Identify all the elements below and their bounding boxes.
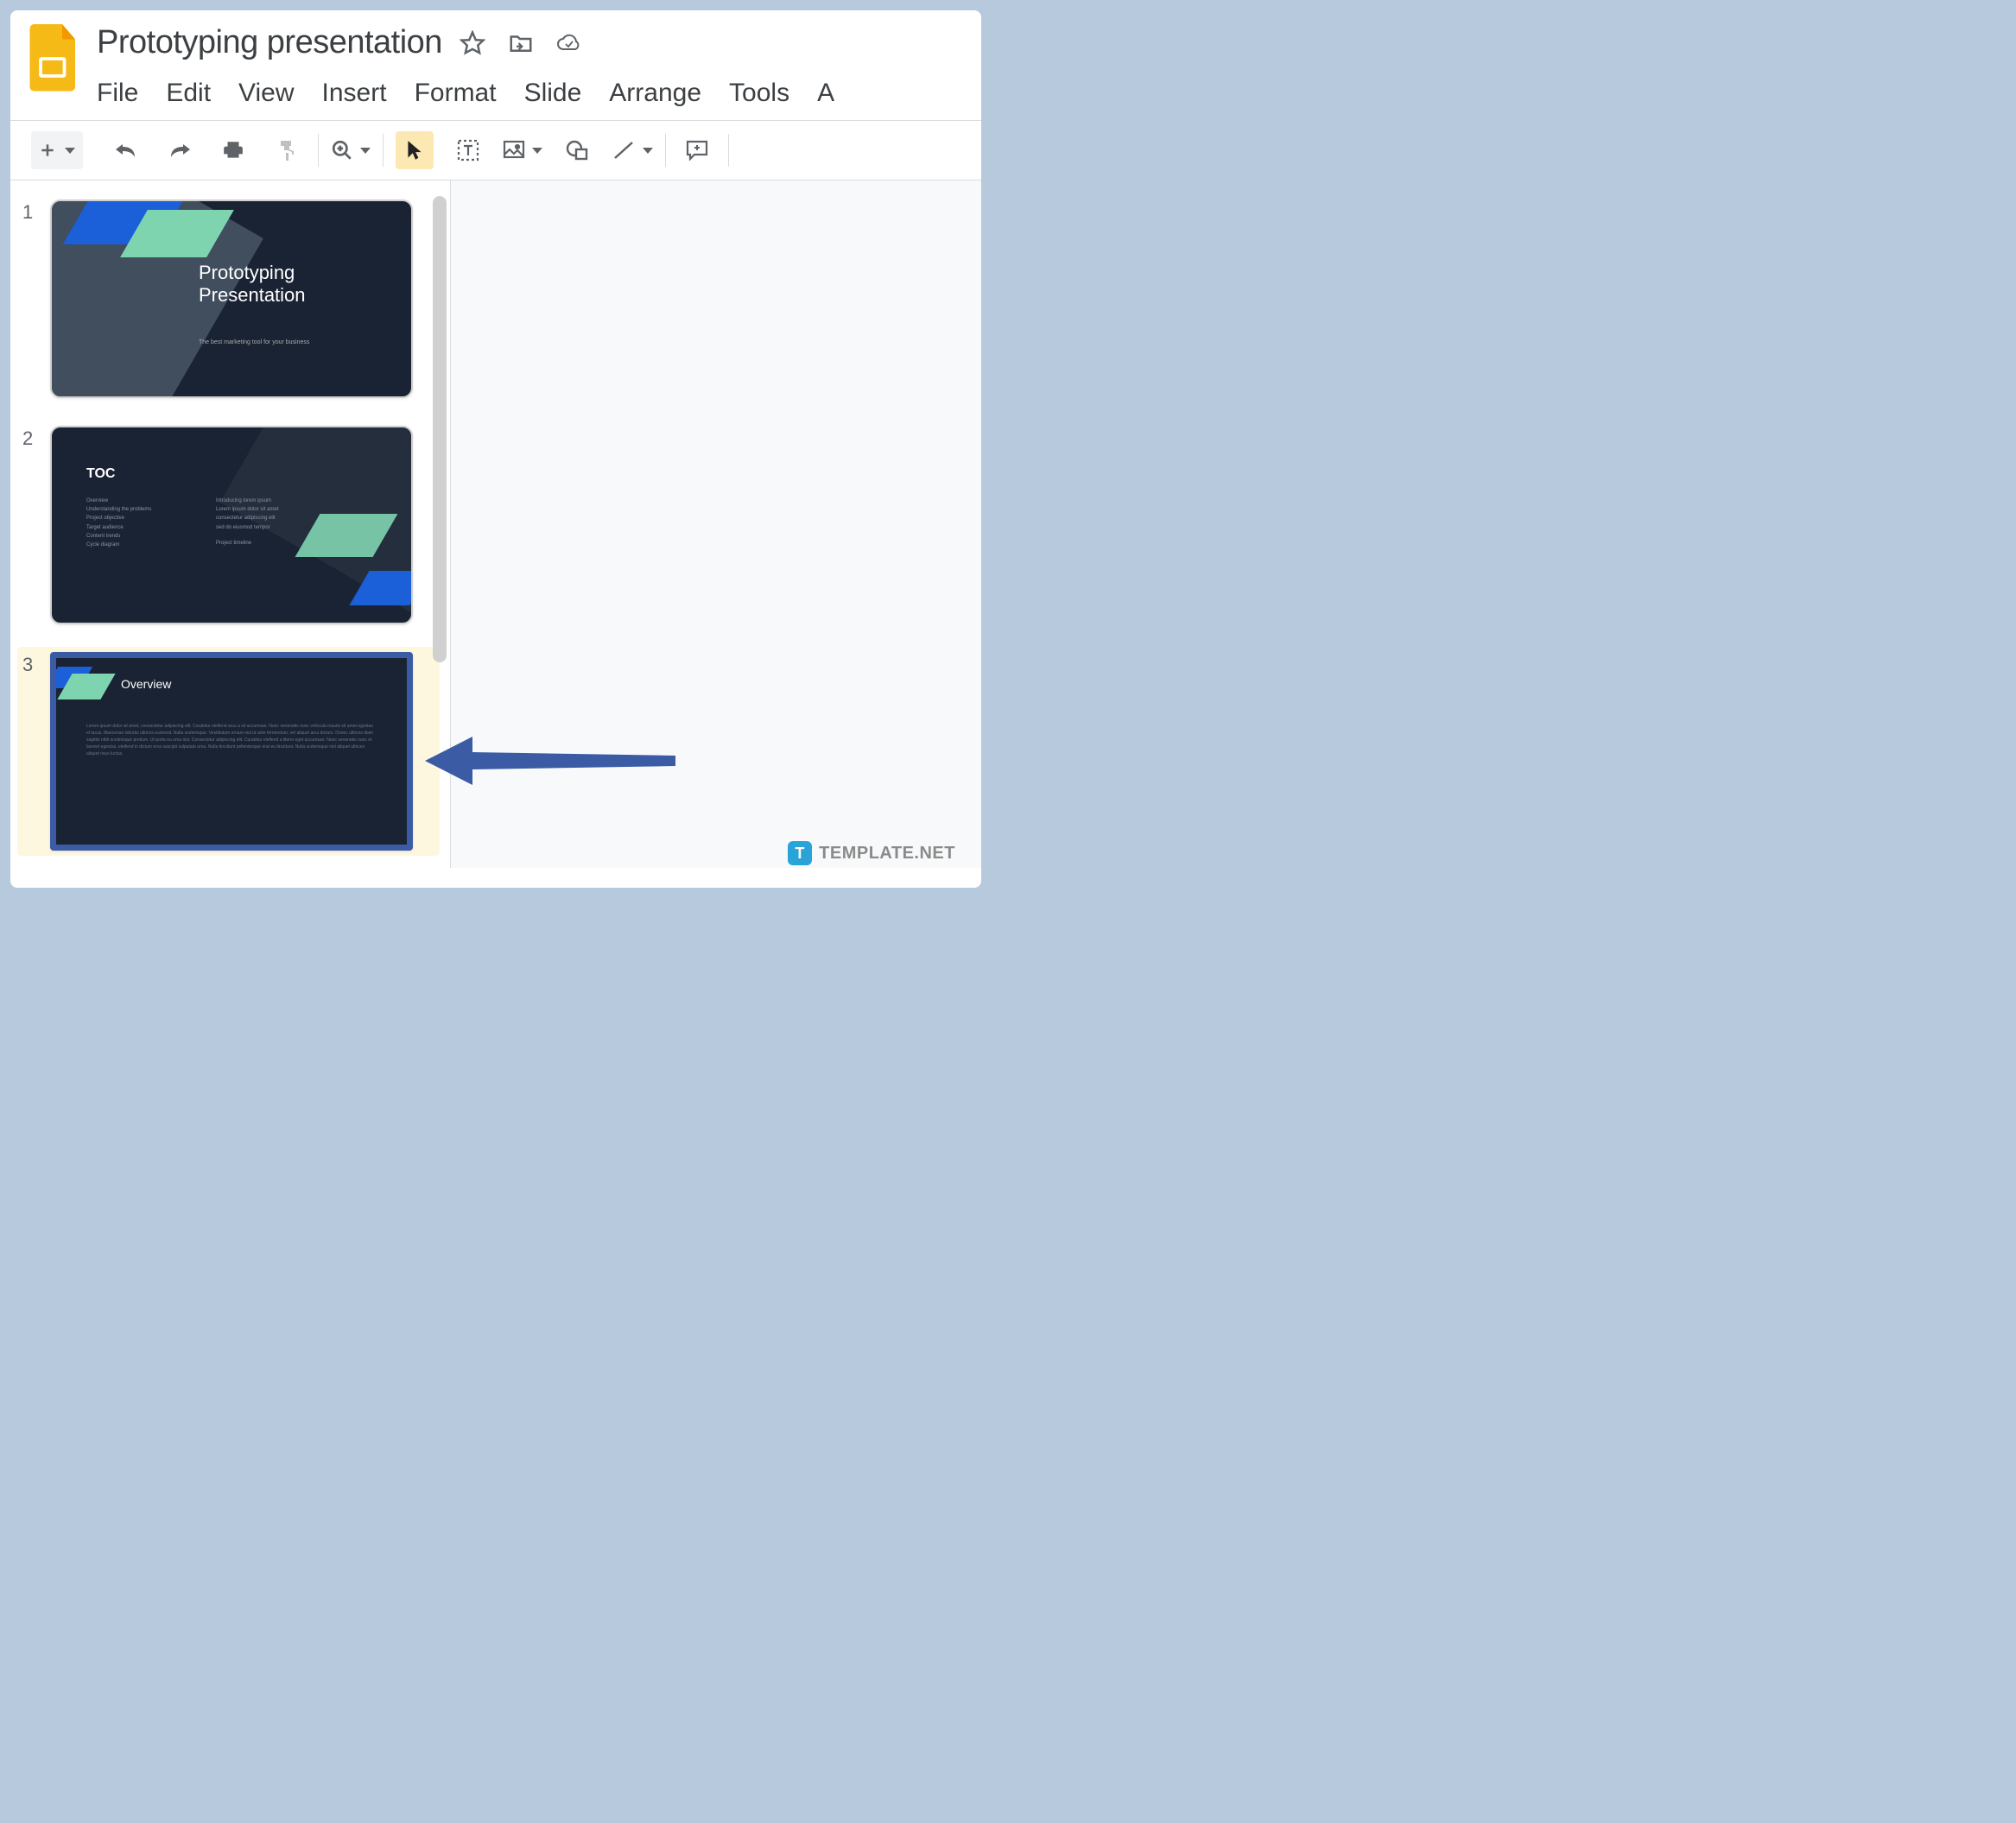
slide-thumbnail-3[interactable]: 3 Overview Lorem ipsum dolor sit amet, c… [17, 647, 440, 856]
undo-button[interactable] [107, 131, 145, 169]
slide-filmstrip[interactable]: 1 Prototyping Presentation The best mark… [10, 180, 451, 868]
star-icon[interactable] [458, 28, 487, 58]
menu-addons-partial[interactable]: A [817, 79, 834, 108]
slide3-body: Lorem ipsum dolor sit amet, consectetur … [86, 723, 377, 757]
menu-edit[interactable]: Edit [166, 79, 211, 108]
slide-number: 3 [22, 652, 38, 851]
menu-view[interactable]: View [238, 79, 294, 108]
menu-slide[interactable]: Slide [524, 79, 582, 108]
slide1-title-l2: Presentation [199, 284, 306, 306]
header-main: Prototyping presentation File Edit View [97, 19, 969, 108]
shape-button[interactable] [558, 131, 596, 169]
image-button[interactable] [503, 140, 542, 161]
menu-insert[interactable]: Insert [322, 79, 387, 108]
textbox-button[interactable] [449, 131, 487, 169]
slides-app-icon [22, 19, 85, 98]
zoom-button[interactable] [331, 139, 371, 161]
slide1-title-l1: Prototyping [199, 262, 295, 283]
slide2-col1: Overview Understanding the problems Proj… [86, 497, 151, 549]
app-window: Prototyping presentation File Edit View [10, 10, 981, 888]
thumbnail-canvas-selected: Overview Lorem ipsum dolor sit amet, con… [50, 652, 413, 851]
chevron-down-icon [360, 148, 371, 154]
slide-canvas[interactable] [451, 180, 981, 868]
watermark-icon: T [788, 841, 812, 865]
redo-button[interactable] [161, 131, 199, 169]
new-slide-button[interactable] [31, 131, 83, 169]
slide-thumbnail-1[interactable]: 1 Prototyping Presentation The best mark… [17, 194, 440, 403]
scrollbar-thumb[interactable] [433, 196, 447, 662]
thumbnail-canvas: Prototyping Presentation The best market… [50, 199, 413, 398]
slide-thumbnail-2[interactable]: 2 TOC Overview Understanding the problem… [17, 421, 440, 630]
chevron-down-icon [643, 148, 653, 154]
watermark: T TEMPLATE.NET [788, 841, 955, 865]
paint-format-button[interactable] [268, 131, 306, 169]
menu-file[interactable]: File [97, 79, 138, 108]
print-button[interactable] [214, 131, 252, 169]
menu-bar: File Edit View Insert Format Slide Arran… [97, 79, 969, 108]
cloud-status-icon[interactable] [555, 28, 584, 58]
slide1-subtitle: The best marketing tool for your busines… [199, 339, 309, 345]
slide-number: 2 [22, 426, 38, 624]
slide2-col2: Introducing lorem ipsum Lorem ipsum dolo… [216, 497, 278, 548]
slide2-title: TOC [86, 466, 115, 482]
filmstrip-scrollbar[interactable] [433, 196, 447, 680]
select-tool-button[interactable] [396, 131, 434, 169]
slide-number: 1 [22, 199, 38, 398]
toolbar [10, 120, 981, 180]
thumbnail-canvas: TOC Overview Understanding the problems … [50, 426, 413, 624]
menu-tools[interactable]: Tools [729, 79, 789, 108]
chevron-down-icon [532, 148, 542, 154]
title-row: Prototyping presentation [97, 24, 969, 61]
slide3-title: Overview [121, 677, 171, 691]
menu-arrange[interactable]: Arrange [609, 79, 701, 108]
document-title[interactable]: Prototyping presentation [97, 24, 442, 61]
chevron-down-icon [65, 148, 75, 154]
header: Prototyping presentation File Edit View [10, 10, 981, 108]
move-folder-icon[interactable] [506, 28, 536, 58]
line-button[interactable] [612, 139, 653, 161]
watermark-text: TEMPLATE.NET [819, 844, 955, 864]
body: 1 Prototyping Presentation The best mark… [10, 180, 981, 868]
title-icons [458, 28, 584, 58]
comment-button[interactable] [678, 131, 716, 169]
menu-format[interactable]: Format [415, 79, 497, 108]
